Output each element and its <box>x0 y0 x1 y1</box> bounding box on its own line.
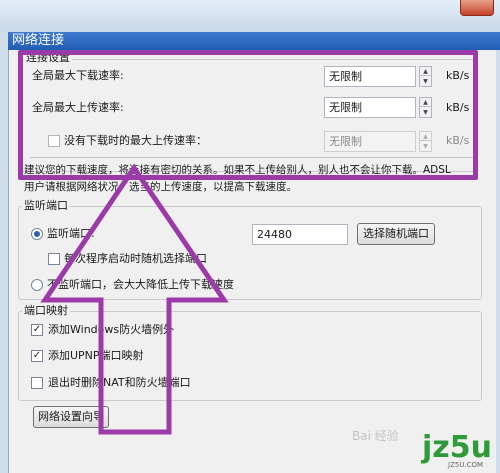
baidu-watermark: Bai 经验 <box>352 429 399 443</box>
site-url: JZ5U.COM <box>448 461 484 469</box>
up-arrow-annotation <box>40 163 229 435</box>
